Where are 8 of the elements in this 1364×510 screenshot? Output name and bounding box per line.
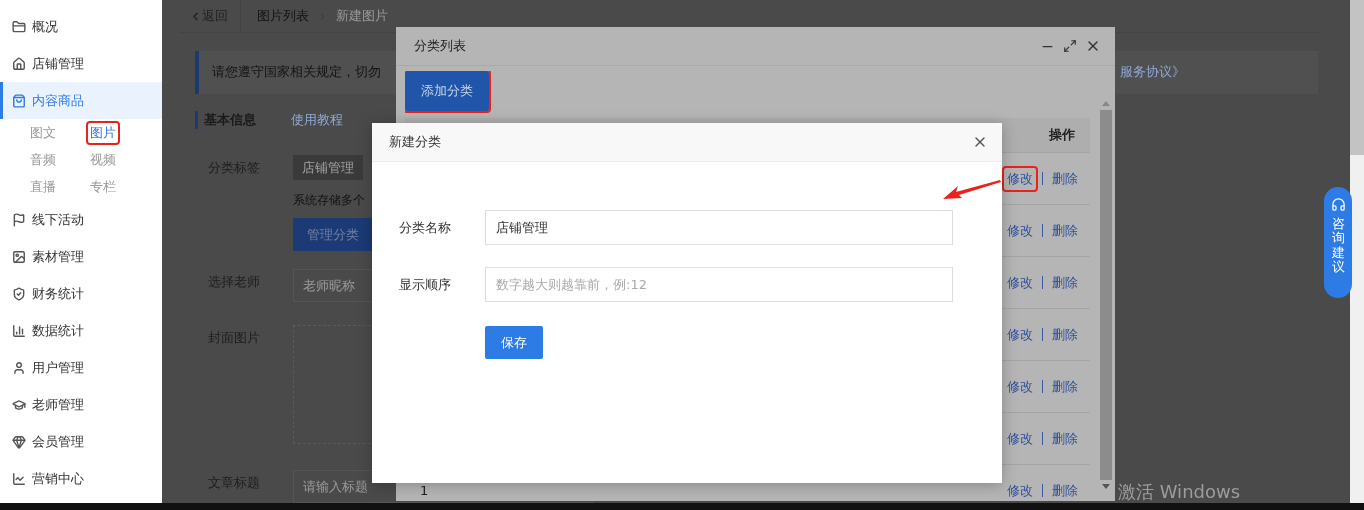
form-label: 分类名称 <box>399 218 452 237</box>
form-label: 显示顺序 <box>399 275 452 294</box>
table-cell: 1 <box>420 483 429 498</box>
dialog-title: 分类列表 <box>414 37 466 55</box>
column-header: 操作 <box>1049 126 1075 144</box>
dialog-title: 新建分类 <box>389 133 441 151</box>
activation-watermark: 激活 Windows <box>1118 480 1241 504</box>
breadcrumb-item: 新建图片 <box>336 7 388 25</box>
